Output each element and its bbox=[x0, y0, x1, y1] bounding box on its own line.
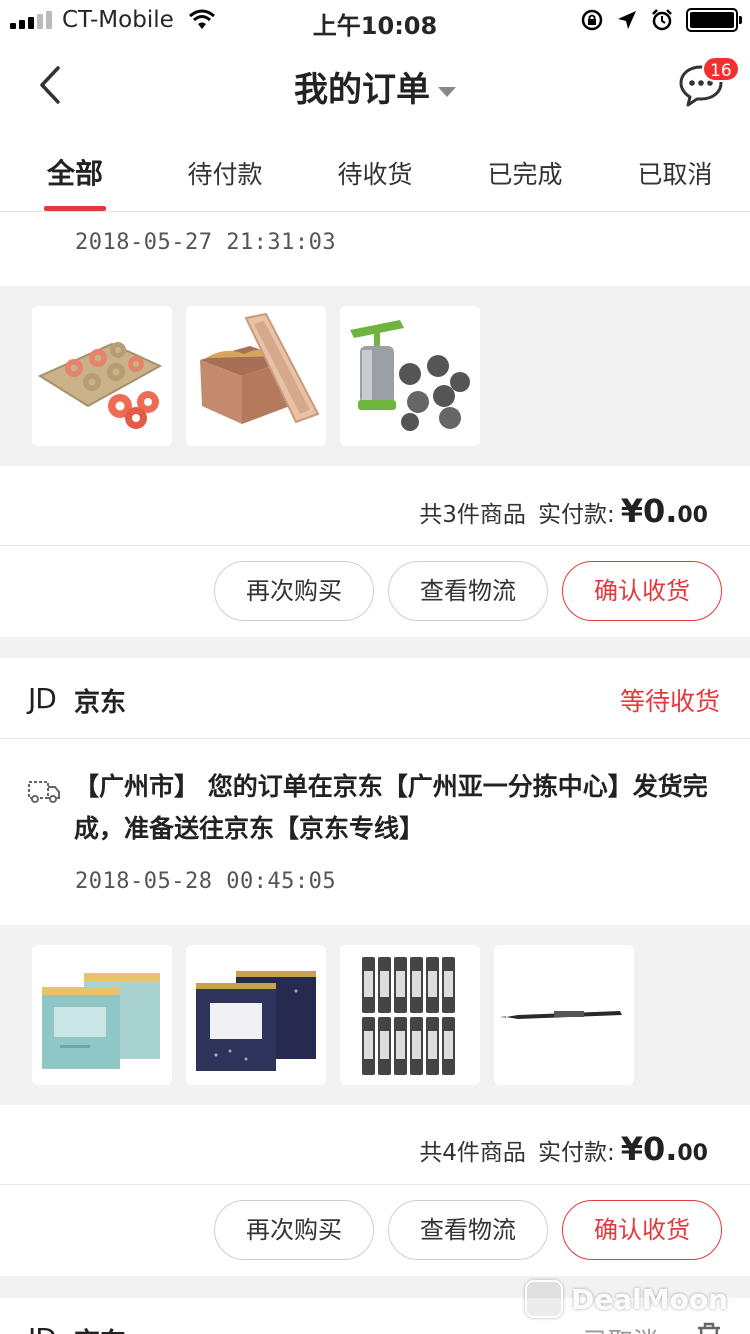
view-logistics-button[interactable]: 查看物流 bbox=[388, 1200, 548, 1260]
product-image-face-mask-navy[interactable] bbox=[186, 945, 326, 1085]
dropdown-caret-icon[interactable] bbox=[438, 86, 456, 97]
tab-active-indicator bbox=[44, 206, 106, 211]
divider bbox=[0, 738, 750, 739]
paid-amount: ¥0. bbox=[620, 1130, 678, 1168]
tab-label: 待付款 bbox=[187, 160, 263, 189]
rebuy-button[interactable]: 再次购买 bbox=[214, 561, 374, 621]
divider bbox=[0, 1184, 750, 1185]
jd-logo-icon: JD bbox=[28, 682, 57, 715]
tab-label: 待收货 bbox=[337, 160, 413, 189]
battery-icon bbox=[686, 8, 742, 32]
product-thumbnails[interactable] bbox=[0, 286, 750, 466]
watermark-text: DealMoon bbox=[571, 1282, 728, 1316]
tab-completed[interactable]: 已完成 bbox=[450, 130, 600, 211]
confirm-receipt-button[interactable]: 确认收货 bbox=[562, 1200, 722, 1260]
status-right bbox=[580, 8, 742, 32]
paid-label: 实付款: bbox=[537, 1140, 615, 1166]
location-icon bbox=[618, 11, 636, 29]
delete-trash-icon[interactable] bbox=[694, 1320, 724, 1334]
order-tabs: 全部 待付款 待收货 已完成 已取消 bbox=[0, 130, 750, 212]
product-thumbnails[interactable] bbox=[0, 925, 750, 1105]
tab-label: 已完成 bbox=[487, 160, 563, 189]
tab-label: 全部 bbox=[46, 157, 103, 190]
order-card[interactable]: JD 京东 等待收货 【广州市】 您的订单在京东【广州亚一分拣中心】发货完成，准… bbox=[0, 658, 750, 1276]
shop-name[interactable]: 京东 bbox=[74, 682, 126, 719]
paid-amount: ¥0. bbox=[620, 492, 678, 530]
status-bar: CT-Mobile 上午10:08 bbox=[0, 0, 750, 40]
item-count: 共3件商品 bbox=[419, 502, 526, 528]
order-summary: 共4件商品 实付款: ¥0. 00 bbox=[419, 1130, 708, 1168]
orientation-lock-icon bbox=[581, 9, 603, 31]
page-title-text: 我的订单 bbox=[294, 70, 430, 110]
tab-pending-payment[interactable]: 待付款 bbox=[150, 130, 300, 211]
item-count: 共4件商品 bbox=[419, 1140, 526, 1166]
alarm-icon bbox=[652, 9, 672, 31]
divider bbox=[0, 545, 750, 546]
tab-pending-receipt[interactable]: 待收货 bbox=[300, 130, 450, 211]
tab-label: 已取消 bbox=[637, 160, 713, 189]
product-image-mechanical-pencil[interactable] bbox=[494, 945, 634, 1085]
jd-logo-icon: JD bbox=[28, 1322, 57, 1334]
delivery-truck-icon bbox=[28, 781, 60, 803]
order-summary: 共3件商品 实付款: ¥0. 00 bbox=[419, 492, 708, 530]
order-status: 等待收货 bbox=[619, 687, 720, 716]
watermark-logo-icon bbox=[525, 1280, 563, 1318]
product-image-face-mask-teal[interactable] bbox=[32, 945, 172, 1085]
paid-amount-decimal: 00 bbox=[677, 1141, 708, 1166]
tracking-message[interactable]: 【广州市】 您的订单在京东【广州亚一分拣中心】发货完成，准备送往京东【京东专线】 bbox=[74, 766, 714, 850]
nav-bar: 我的订单 16 bbox=[0, 40, 750, 130]
shop-name[interactable]: 京东 bbox=[74, 1322, 126, 1334]
order-timestamp: 2018-05-27 21:31:03 bbox=[75, 230, 337, 255]
product-image-pencil-leads[interactable] bbox=[340, 945, 480, 1085]
rebuy-button[interactable]: 再次购买 bbox=[214, 1200, 374, 1260]
confirm-receipt-button[interactable]: 确认收货 bbox=[562, 561, 722, 621]
page-title[interactable]: 我的订单 bbox=[0, 62, 750, 111]
view-logistics-button[interactable]: 查看物流 bbox=[388, 561, 548, 621]
tracking-timestamp: 2018-05-28 00:45:05 bbox=[75, 869, 337, 894]
product-image-donut-pan[interactable] bbox=[32, 306, 172, 446]
paid-label: 实付款: bbox=[537, 502, 615, 528]
paid-amount-decimal: 00 bbox=[677, 503, 708, 528]
product-image-loaf-pan[interactable] bbox=[186, 306, 326, 446]
order-status: 已取消 bbox=[583, 1322, 658, 1334]
tab-cancelled[interactable]: 已取消 bbox=[600, 130, 750, 211]
shop-header[interactable]: JD 京东 等待收货 bbox=[0, 658, 750, 738]
tab-all[interactable]: 全部 bbox=[0, 130, 150, 211]
order-card[interactable]: 2018-05-27 21:31:03 共3件商品 实付款: ¥0. 00 再次… bbox=[0, 212, 750, 637]
watermark: DealMoon bbox=[525, 1280, 728, 1318]
product-image-cookie-press[interactable] bbox=[340, 306, 480, 446]
message-count-badge: 16 bbox=[702, 56, 740, 82]
